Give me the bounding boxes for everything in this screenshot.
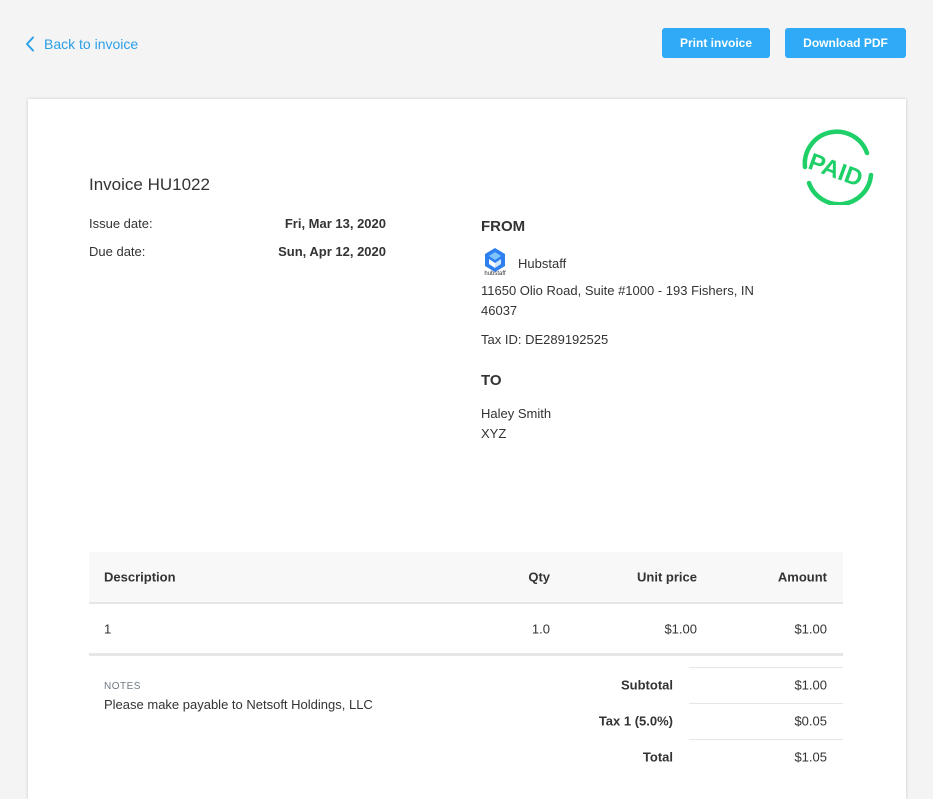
header-unit-price: Unit price [637,569,697,585]
due-date-label: Due date: [89,244,146,259]
row-amount: $1.00 [794,621,827,636]
row-description: 1 [104,621,112,636]
total-value: $1.05 [794,749,827,765]
hubstaff-logo-icon [485,248,505,272]
back-to-invoice-link[interactable]: Back to invoice [25,33,138,55]
table-header: Description Qty Unit price Amount [89,552,843,604]
chevron-left-icon [26,36,34,52]
to-name: Haley Smith [481,406,552,421]
row-qty: 1.0 [531,621,550,636]
line-items-table: Description Qty Unit price Amount 1 1.0 … [89,552,843,656]
subtotal-label: Subtotal [621,677,673,693]
subtotal-row: Subtotal $1.00 [488,667,843,703]
total-label: Total [642,749,673,765]
print-invoice-button[interactable]: Print invoice [662,28,770,58]
download-pdf-button[interactable]: Download PDF [785,28,906,58]
header-description: Description [104,569,176,585]
tax-row: Tax 1 (5.0%) $0.05 [488,703,843,739]
invoice-card: PAID Invoice HU1022 Issue date: Fri, Mar… [28,99,906,799]
from-tax-id: Tax ID: DE289192525 [481,332,609,347]
from-company-name: Hubstaff [518,255,567,271]
company-logo: hubstaff [481,247,509,279]
to-heading: TO [481,372,502,389]
back-link-label: Back to invoice [44,36,139,52]
due-date-value: Sun, Apr 12, 2020 [278,244,386,259]
header-amount: Amount [777,569,827,585]
notes-text: Please make payable to Netsoft Holdings,… [104,697,373,712]
issue-date-label: Issue date: [89,216,153,231]
total-row: Total $1.05 [488,739,843,775]
to-company: XYZ [481,426,507,441]
top-bar: Back to invoice Print invoice Download P… [0,0,933,90]
subtotal-value: $1.00 [794,677,827,693]
totals-block: Subtotal $1.00 Tax 1 (5.0%) $0.05 Total … [488,667,843,775]
issue-date-value: Fri, Mar 13, 2020 [284,216,386,231]
logo-wordmark: hubstaff [484,271,506,277]
table-row: 1 1.0 $1.00 $1.00 [89,604,843,656]
to-block: Haley Smith XYZ [481,404,551,444]
from-address: 11650 Olio Road, Suite #1000 - 193 Fishe… [481,283,754,318]
header-qty: Qty [528,569,550,585]
tax-value: $0.05 [794,713,827,729]
row-unit-price: $1.00 [664,621,697,636]
from-heading: FROM [481,218,526,235]
paid-stamp-text: PAID [805,148,866,192]
invoice-title: Invoice HU1022 [89,175,210,194]
tax-label: Tax 1 (5.0%) [598,713,673,729]
notes-label: NOTES [104,681,141,692]
paid-stamp-icon: PAID [802,129,874,205]
company-row: hubstaff Hubstaff [481,247,566,279]
